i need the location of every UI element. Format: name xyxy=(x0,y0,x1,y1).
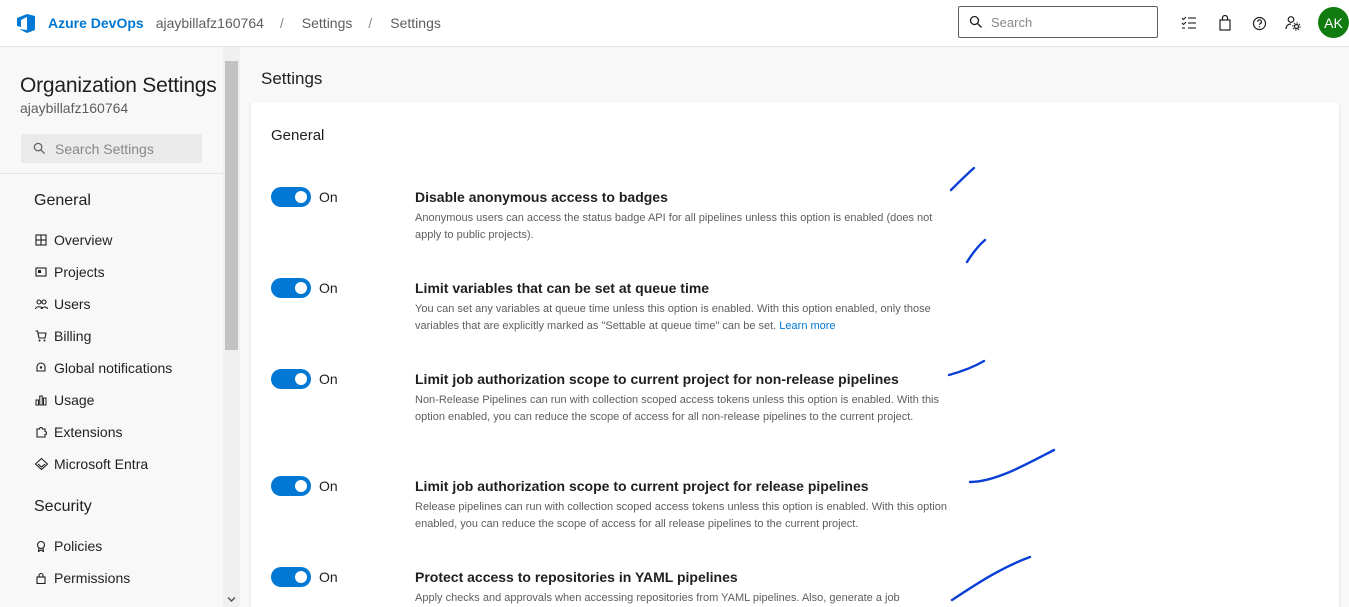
sidebar-item-permissions[interactable]: Permissions xyxy=(34,568,214,588)
search-icon xyxy=(969,15,982,28)
sidebar-item-label: Microsoft Entra xyxy=(54,456,149,472)
setting-description: Release pipelines can run with collectio… xyxy=(415,501,947,530)
sidebar-title: Organization Settings xyxy=(20,74,217,97)
card-heading: General xyxy=(271,127,325,144)
usage-icon xyxy=(34,393,48,407)
azure-devops-logo-icon[interactable] xyxy=(13,10,39,36)
sidebar-item-label: Projects xyxy=(54,264,105,280)
breadcrumb-current[interactable]: Settings xyxy=(390,15,441,31)
breadcrumb-settings[interactable]: Settings xyxy=(302,15,353,31)
setting-title: Disable anonymous access to badges xyxy=(415,189,668,205)
task-list-icon[interactable] xyxy=(1180,14,1198,32)
toggle-switch[interactable] xyxy=(271,567,311,587)
breadcrumb-organization[interactable]: ajaybillafz160764 xyxy=(156,15,264,31)
toggle-switch[interactable] xyxy=(271,369,311,389)
toggle-state-label: On xyxy=(319,569,338,585)
projects-icon xyxy=(34,265,48,279)
sidebar-item-usage[interactable]: Usage xyxy=(34,390,214,410)
extensions-icon xyxy=(34,425,48,439)
settings-sidebar: Organization Settings ajaybillafz160764 … xyxy=(0,47,240,607)
main-content: Settings General On Disable anonymous ac… xyxy=(240,47,1349,607)
setting-title: Limit job authorization scope to current… xyxy=(415,478,869,494)
setting-title: Limit job authorization scope to current… xyxy=(415,371,899,387)
setting-title: Protect access to repositories in YAML p… xyxy=(415,569,738,585)
sidebar-item-overview[interactable]: Overview xyxy=(34,230,214,250)
toggle-switch[interactable] xyxy=(271,476,311,496)
billing-icon xyxy=(34,329,48,343)
notifications-icon xyxy=(34,361,48,375)
sidebar-item-billing[interactable]: Billing xyxy=(34,326,214,346)
search-icon xyxy=(33,142,46,155)
sidebar-item-label: Users xyxy=(54,296,91,312)
breadcrumb-separator: / xyxy=(279,15,284,31)
user-avatar[interactable]: AK xyxy=(1318,7,1349,38)
users-icon xyxy=(34,297,48,311)
setting-description-text: You can set any variables at queue time … xyxy=(415,303,931,332)
section-heading-security: Security xyxy=(34,498,92,515)
sidebar-item-label: Extensions xyxy=(54,424,123,440)
setting-description: Anonymous users can access the status ba… xyxy=(415,212,933,241)
settings-search-box[interactable] xyxy=(21,134,202,163)
sidebar-item-label: Permissions xyxy=(54,570,131,586)
sidebar-item-extensions[interactable]: Extensions xyxy=(34,422,214,442)
sidebar-item-label: Overview xyxy=(54,232,113,248)
section-heading-general: General xyxy=(34,192,91,209)
shopping-bag-icon[interactable] xyxy=(1216,14,1234,32)
permissions-icon xyxy=(34,571,48,585)
setting-description: You can set any variables at queue time … xyxy=(415,301,960,335)
sidebar-item-label: Usage xyxy=(54,392,95,408)
sidebar-subtitle: ajaybillafz160764 xyxy=(20,100,129,116)
breadcrumb-separator: / xyxy=(368,15,373,31)
toggle-switch[interactable] xyxy=(271,187,311,207)
scrollbar-thumb[interactable] xyxy=(225,61,238,350)
sidebar-divider xyxy=(0,173,223,174)
toggle-switch[interactable] xyxy=(271,278,311,298)
brand-name[interactable]: Azure DevOps xyxy=(48,15,144,31)
learn-more-link[interactable]: Learn more xyxy=(779,320,835,332)
toggle-state-label: On xyxy=(319,189,338,205)
help-icon[interactable] xyxy=(1250,14,1268,32)
setting-description: Non-Release Pipelines can run with colle… xyxy=(415,394,940,423)
overview-icon xyxy=(34,233,48,247)
policies-icon xyxy=(34,539,48,553)
page-title: Settings xyxy=(261,69,323,88)
sidebar-item-label: Global notifications xyxy=(54,360,173,376)
global-search-input[interactable] xyxy=(991,14,1141,30)
settings-card: General On Disable anonymous access to b… xyxy=(251,102,1339,607)
user-settings-icon[interactable] xyxy=(1284,14,1302,32)
settings-search-input[interactable] xyxy=(55,140,195,157)
chevron-down-icon[interactable] xyxy=(227,595,236,604)
sidebar-item-label: Policies xyxy=(54,538,103,554)
toggle-state-label: On xyxy=(319,478,338,494)
entra-icon xyxy=(34,457,48,471)
sidebar-item-label: Billing xyxy=(54,328,92,344)
sidebar-item-microsoft-entra[interactable]: Microsoft Entra xyxy=(34,454,214,474)
sidebar-scrollbar[interactable] xyxy=(223,47,240,607)
setting-title: Limit variables that can be set at queue… xyxy=(415,280,710,296)
sidebar-item-users[interactable]: Users xyxy=(34,294,214,314)
toggle-state-label: On xyxy=(319,280,338,296)
sidebar-item-policies[interactable]: Policies xyxy=(34,536,214,556)
sidebar-item-projects[interactable]: Projects xyxy=(34,262,214,282)
top-bar: Azure DevOps ajaybillafz160764 / Setting… xyxy=(0,0,1349,47)
toggle-state-label: On xyxy=(319,371,338,387)
setting-description: Apply checks and approvals when accessin… xyxy=(415,592,900,604)
sidebar-item-global-notifications[interactable]: Global notifications xyxy=(34,358,214,378)
global-search-box[interactable] xyxy=(958,6,1158,38)
